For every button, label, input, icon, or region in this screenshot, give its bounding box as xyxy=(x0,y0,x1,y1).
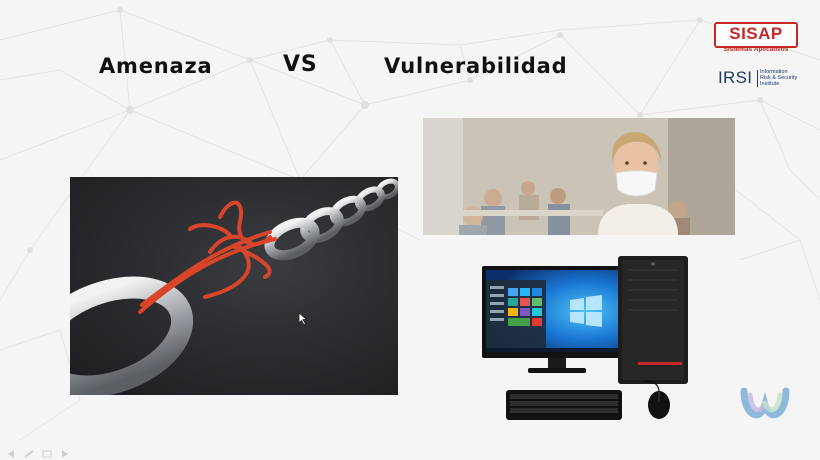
next-slide-icon[interactable] xyxy=(60,443,70,458)
irsi-line-3: Institute xyxy=(760,81,780,87)
irsi-logo: IRSI Information Risk & Security Institu… xyxy=(718,68,798,90)
title-amenaza: Amenaza xyxy=(99,54,213,78)
app-watermark-logo xyxy=(740,387,790,419)
pen-icon[interactable] xyxy=(24,443,34,458)
sisap-logo: SISAP Sistemas Aplicativos xyxy=(714,22,798,54)
title-vulnerabilidad: Vulnerabilidad xyxy=(384,54,568,78)
classroom-photo xyxy=(423,118,735,235)
irsi-logo-text: IRSI xyxy=(718,68,753,87)
masked-teacher-classroom-icon xyxy=(423,118,735,235)
previous-slide-icon[interactable] xyxy=(6,443,16,458)
presentation-slide: Amenaza VS Vulnerabilidad SISAP Sistemas… xyxy=(0,0,820,460)
irsi-logo-divider xyxy=(757,70,758,87)
irsi-logo-description: Information Risk & Security Institute xyxy=(760,69,800,87)
slide-toolbar[interactable] xyxy=(6,443,70,458)
chain-held-by-rope-icon xyxy=(70,178,398,395)
sisap-logo-subtitle: Sistemas Aplicativos xyxy=(723,46,789,53)
desktop-computer-icon xyxy=(482,256,688,420)
slides-grid-icon[interactable] xyxy=(42,443,52,458)
mouse-pointer-icon xyxy=(298,312,308,326)
desktop-computer-image xyxy=(478,250,708,430)
chain-rope-photo xyxy=(70,177,398,395)
sisap-logo-text: SISAP xyxy=(729,24,783,43)
title-vs: VS xyxy=(283,52,318,77)
